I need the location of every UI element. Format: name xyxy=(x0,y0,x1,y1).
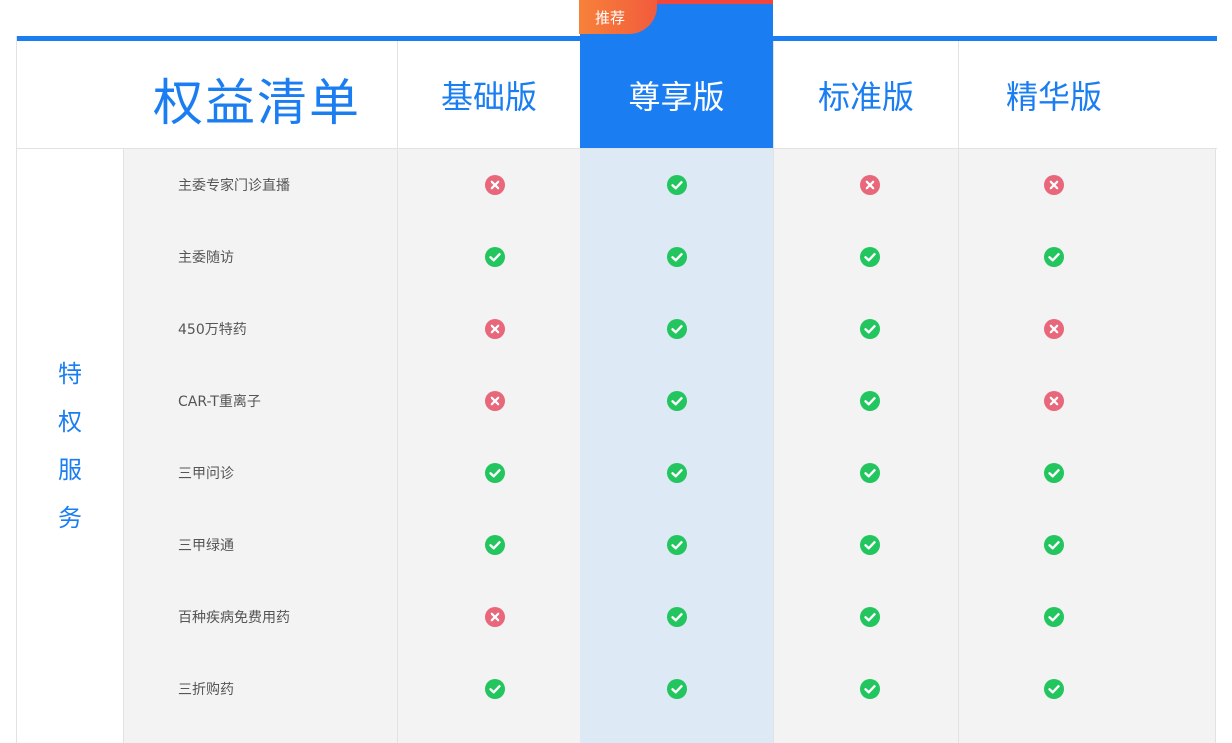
x-circle-icon xyxy=(485,607,505,627)
check-circle-icon xyxy=(485,247,505,267)
table-row: 三甲绿通 xyxy=(124,509,1215,581)
category-char: 权 xyxy=(58,408,82,436)
x-circle-icon xyxy=(485,391,505,411)
table-row: 三甲问诊 xyxy=(124,437,1215,509)
check-circle-icon xyxy=(485,679,505,699)
check-circle-icon xyxy=(667,391,687,411)
check-circle-icon xyxy=(667,247,687,267)
table-row: 主委随访 xyxy=(124,221,1215,293)
header-row: 权益清单 基础版 尊享版 标准版 精华版 xyxy=(17,1,1217,149)
x-circle-icon xyxy=(1044,319,1064,339)
check-circle-icon xyxy=(667,535,687,555)
feature-label: 三甲问诊 xyxy=(178,466,234,482)
feature-label: 450万特药 xyxy=(178,322,247,338)
check-circle-icon xyxy=(860,535,880,555)
check-circle-icon xyxy=(667,175,687,195)
check-circle-icon xyxy=(667,319,687,339)
benefits-table: 权益清单 基础版 尊享版 标准版 精华版 特 权 服 务 主委专家门诊直播 主委随… xyxy=(16,1,1217,743)
check-circle-icon xyxy=(860,463,880,483)
table-row: 450万特药 xyxy=(124,293,1215,365)
page-title: 权益清单 xyxy=(153,74,361,132)
category-char: 务 xyxy=(58,504,82,532)
plan-standard-header[interactable]: 标准版 xyxy=(774,41,958,148)
check-circle-icon xyxy=(860,607,880,627)
recommend-badge: 推荐 xyxy=(579,0,773,34)
check-circle-icon xyxy=(1044,535,1064,555)
table-row: 三折购药 xyxy=(124,653,1215,725)
table-body: 特 权 服 务 主委专家门诊直播 主委随访 450万特药 CAR-T重离子 三甲问诊三甲… xyxy=(17,149,1215,743)
x-circle-icon xyxy=(485,175,505,195)
category-char: 服 xyxy=(58,456,82,484)
feature-label: 三甲绿通 xyxy=(178,538,234,554)
check-circle-icon xyxy=(1044,679,1064,699)
category-cell: 特 权 服 务 xyxy=(17,149,124,743)
check-circle-icon xyxy=(860,679,880,699)
check-circle-icon xyxy=(667,607,687,627)
x-circle-icon xyxy=(485,319,505,339)
plan-basic-header[interactable]: 基础版 xyxy=(398,41,580,148)
check-circle-icon xyxy=(1044,463,1064,483)
x-circle-icon xyxy=(1044,175,1064,195)
feature-label: 三折购药 xyxy=(178,682,234,698)
check-circle-icon xyxy=(485,535,505,555)
plan-essence-header[interactable]: 精华版 xyxy=(959,41,1149,148)
table-row: CAR-T重离子 xyxy=(124,365,1215,437)
check-circle-icon xyxy=(860,319,880,339)
badge-label: 推荐 xyxy=(579,0,657,34)
table-row: 主委专家门诊直播 xyxy=(124,149,1215,221)
check-circle-icon xyxy=(1044,607,1064,627)
category-char: 特 xyxy=(58,360,82,388)
badge-red-bar xyxy=(639,0,773,4)
x-circle-icon xyxy=(860,175,880,195)
feature-label: 主委随访 xyxy=(178,250,234,266)
table-row: 百种疾病免费用药 xyxy=(124,581,1215,653)
check-circle-icon xyxy=(860,247,880,267)
check-circle-icon xyxy=(1044,247,1064,267)
check-circle-icon xyxy=(860,391,880,411)
x-circle-icon xyxy=(1044,391,1064,411)
feature-label: CAR-T重离子 xyxy=(178,394,261,410)
check-circle-icon xyxy=(667,463,687,483)
check-circle-icon xyxy=(667,679,687,699)
check-circle-icon xyxy=(485,463,505,483)
feature-label: 百种疾病免费用药 xyxy=(178,610,290,626)
feature-label: 主委专家门诊直播 xyxy=(178,178,290,194)
